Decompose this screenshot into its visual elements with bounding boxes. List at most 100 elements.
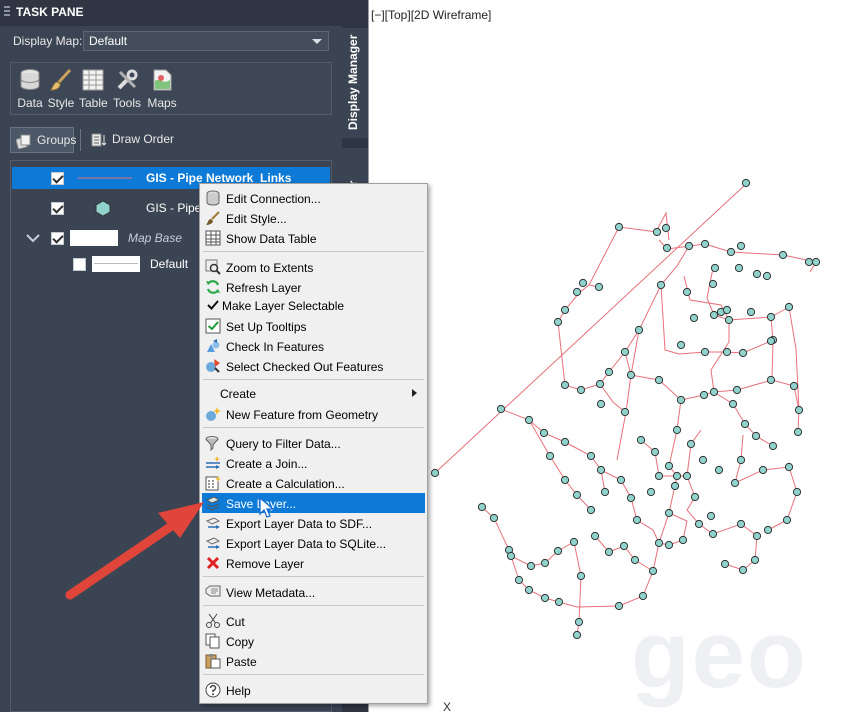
menu-item-label: Copy (226, 635, 255, 649)
menu-item-help[interactable]: Help (202, 680, 425, 700)
pipe-node (604, 547, 614, 557)
pipe-node (722, 347, 732, 357)
style-button[interactable]: Style (47, 67, 75, 110)
menu-item-edit-connection[interactable]: Edit Connection... (202, 188, 425, 208)
pipe-node (595, 379, 605, 389)
style-button-label: Style (47, 96, 75, 110)
pipe-node (670, 481, 680, 491)
pipe-node (572, 630, 582, 640)
tab-groups-label: Groups (37, 133, 77, 147)
pipe-node (553, 317, 563, 327)
menu-item-new-feature-from-geometry[interactable]: New Feature from Geometry (202, 404, 425, 424)
checked-out-icon (206, 359, 220, 373)
tab-draw-order-label: Draw Order (112, 132, 175, 146)
layer-visibility-checkbox[interactable] (73, 258, 86, 271)
viewport-controls[interactable]: [−][Top][2D Wireframe] (371, 8, 491, 22)
pipe-node (758, 465, 768, 475)
layer-visibility-checkbox[interactable] (51, 202, 64, 215)
menu-item-set-up-tooltips[interactable]: Set Up Tooltips (202, 316, 425, 336)
tools-button[interactable]: Tools (112, 67, 142, 110)
pipe-node (682, 287, 692, 297)
menu-item-paste[interactable]: Paste (202, 651, 425, 671)
draw-order-icon (91, 133, 107, 147)
pipe-node (524, 415, 534, 425)
pipe-node (752, 269, 762, 279)
pipe-node (784, 302, 794, 312)
layer-visibility-checkbox[interactable] (51, 172, 64, 185)
pipe-link (500, 408, 606, 493)
tab-draw-order[interactable]: Draw Order (86, 127, 206, 153)
pipe-node (614, 222, 624, 232)
menu-item-select-checked-out-features[interactable]: Select Checked Out Features (202, 356, 425, 376)
drawing-canvas[interactable]: geo [−][Top][2D Wireframe] X (368, 0, 842, 714)
menu-item-create-a-calculation[interactable]: Create a Calculation... (202, 473, 425, 493)
pipe-node (793, 427, 803, 437)
pipe-node (763, 525, 773, 535)
pipe-node (741, 178, 751, 188)
task-pane-titlebar[interactable]: TASK PANE (0, 0, 342, 26)
display-map-select[interactable]: Default (83, 31, 329, 51)
pipe-node (646, 487, 656, 497)
menu-item-cut[interactable]: Cut (202, 611, 425, 631)
menu-separator (203, 379, 424, 380)
maps-button[interactable]: Maps (147, 67, 177, 110)
pipe-node (782, 515, 792, 525)
tools-icon (117, 69, 138, 90)
layer-name: Default (150, 257, 189, 271)
tab-groups[interactable]: Groups (10, 127, 77, 153)
tab-display-manager[interactable]: Display Manager (342, 28, 368, 138)
menu-item-edit-style[interactable]: Edit Style... (202, 208, 425, 228)
chevron-down-icon[interactable] (26, 233, 40, 243)
menu-item-show-data-table[interactable]: Show Data Table (202, 228, 425, 248)
layer-visibility-checkbox[interactable] (51, 232, 64, 245)
menu-item-export-to-sdf[interactable]: Export Layer Data to SDF... (202, 513, 425, 533)
menu-item-label: Export Layer Data to SDF... (226, 517, 373, 531)
pipe-node (689, 313, 699, 323)
pipe-node (540, 558, 550, 568)
menu-item-view-metadata[interactable]: View Metadata... (202, 582, 425, 602)
data-button-label: Data (17, 96, 43, 110)
pipe-node (578, 278, 588, 288)
menu-item-create-a-join[interactable]: Create a Join... (202, 453, 425, 473)
pipe-node (736, 241, 746, 251)
pipe-node (430, 468, 440, 478)
menu-item-query-to-filter-data[interactable]: Query to Filter Data... (202, 433, 425, 453)
pipe-node (700, 347, 710, 357)
pipe-node (648, 566, 658, 576)
table-button-label: Table (79, 96, 108, 110)
menu-item-make-layer-selectable[interactable]: Make Layer Selectable (202, 295, 425, 315)
pipe-node (596, 465, 606, 475)
pipe-node (804, 257, 814, 267)
menu-item-label: New Feature from Geometry (226, 408, 379, 422)
pipe-node (654, 538, 664, 548)
pipe-node (690, 492, 700, 502)
check-icon (207, 300, 219, 310)
menu-item-copy[interactable]: Copy (202, 631, 425, 651)
menu-item-zoom-to-extents[interactable]: Zoom to Extents (202, 257, 425, 277)
pipe-node (596, 399, 606, 409)
menu-item-create[interactable]: Create (202, 383, 425, 403)
menu-item-check-in-features[interactable]: Check In Features (202, 336, 425, 356)
pipe-node (553, 546, 563, 556)
menu-item-label: Edit Connection... (226, 192, 321, 206)
menu-item-label: Paste (226, 655, 257, 669)
join-icon (206, 456, 220, 469)
data-button[interactable]: Data (17, 67, 43, 110)
chevron-down-icon (312, 39, 322, 44)
table-button[interactable]: Table (79, 67, 108, 110)
pipe-node (477, 502, 487, 512)
pipe-link (557, 321, 601, 391)
menu-item-label: Export Layer Data to SQLite... (226, 537, 387, 551)
tooltip-check-icon (205, 318, 221, 334)
menu-item-export-to-sqlite[interactable]: Export Layer Data to SQLite... (202, 533, 425, 553)
menu-item-save-layer[interactable]: Save Layer... (202, 493, 425, 513)
pipe-node (766, 336, 776, 346)
pipe-node (740, 419, 750, 429)
grip-icon[interactable] (4, 6, 10, 18)
pipe-node (604, 367, 614, 377)
menu-item-refresh-layer[interactable]: Refresh Layer (202, 277, 425, 297)
pipe-node (751, 431, 761, 441)
save-layer-icon (205, 496, 221, 511)
menu-item-remove-layer[interactable]: Remove Layer (202, 553, 425, 573)
metadata-icon (205, 585, 221, 597)
